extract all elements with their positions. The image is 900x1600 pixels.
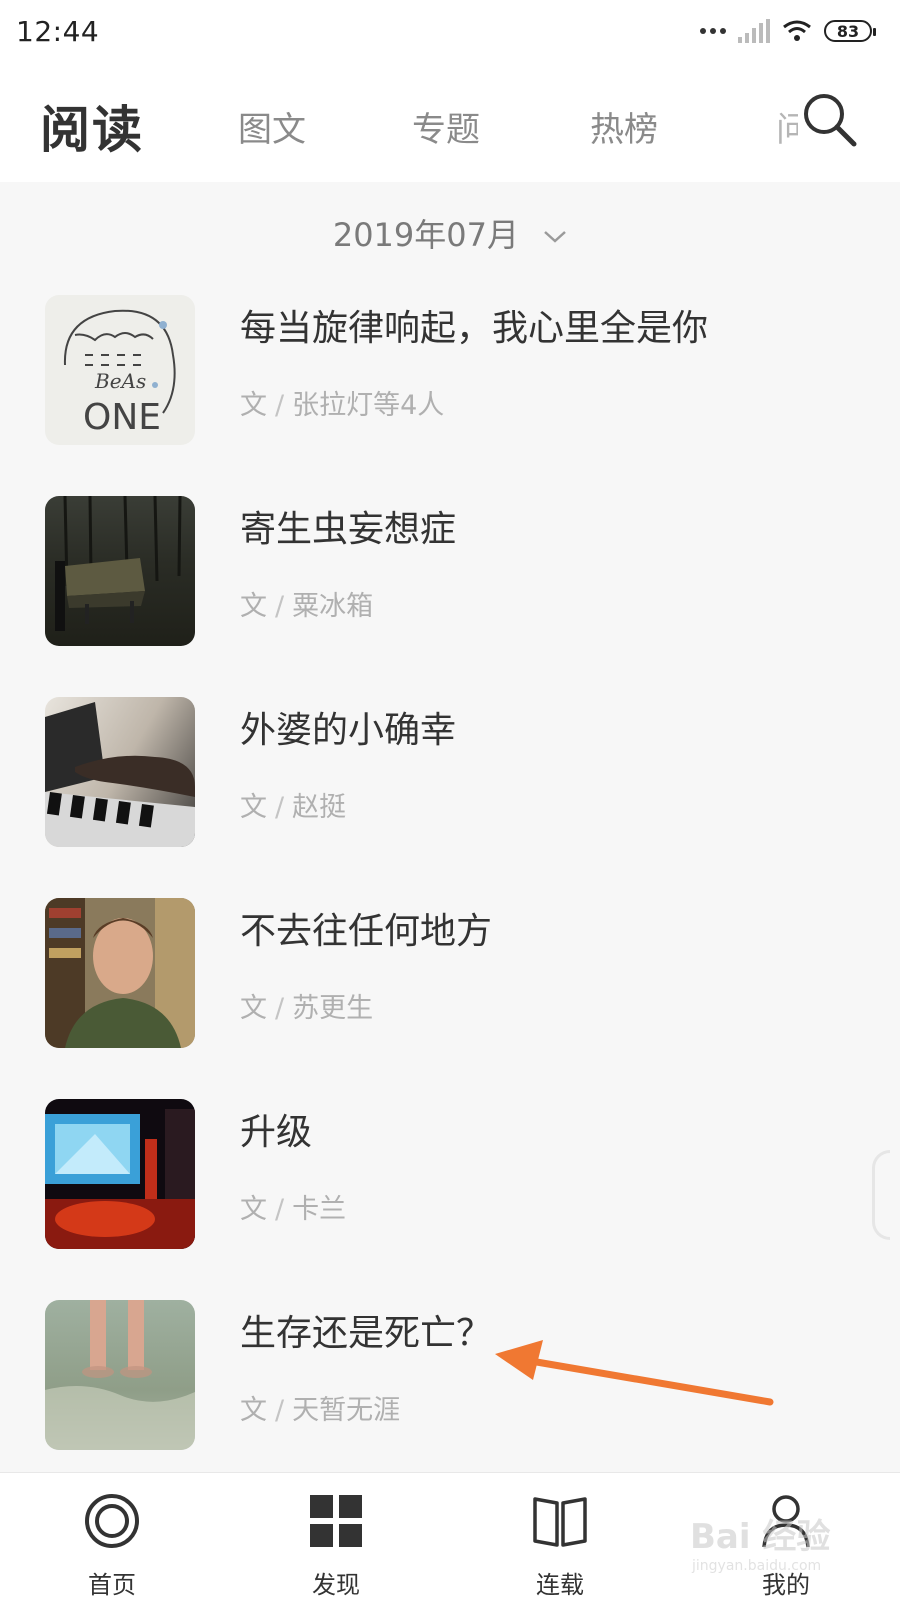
article-author: 文 / 粟冰箱 <box>240 591 374 622</box>
status-bar: 12:44 83 <box>0 0 900 62</box>
chevron-down-icon <box>544 231 567 243</box>
tab-topics[interactable]: 专题 <box>412 102 480 151</box>
wifi-icon <box>783 20 811 41</box>
article-item[interactable]: 不去往任何地方 文 / 苏更生 <box>0 898 900 1048</box>
article-item[interactable]: BeAs ONE 每当旋律响起，我心里全是你 文 / 张拉灯等4人 <box>0 295 900 445</box>
article-author: 文 / 赵挺 <box>240 792 347 823</box>
svg-text:jingyan.baidu.com: jingyan.baidu.com <box>691 1558 821 1574</box>
battery-icon: 83 <box>824 20 876 42</box>
nav-serial-label: 连载 <box>536 1571 584 1599</box>
article-author: 文 / 张拉灯等4人 <box>240 390 445 421</box>
edge-drawer-handle[interactable] <box>872 1150 890 1240</box>
status-time: 12:44 <box>16 14 100 48</box>
svg-text:ONE: ONE <box>83 397 161 438</box>
article-item[interactable]: 升级 文 / 卡兰 <box>0 1099 900 1249</box>
article-title: 寄生虫妄想症 <box>240 509 457 550</box>
tab-hot-list[interactable]: 热榜 <box>590 102 658 151</box>
article-title: 外婆的小确幸 <box>240 710 457 751</box>
article-thumbnail <box>45 697 195 847</box>
month-selector[interactable]: 2019年07月 <box>0 210 900 256</box>
signal-icon <box>738 19 770 43</box>
page-title: 阅读 <box>40 101 144 159</box>
nav-discover[interactable]: 发现 <box>276 1473 396 1600</box>
article-title: 升级 <box>240 1112 313 1153</box>
article-title: 每当旋律响起，我心里全是你 <box>240 308 709 349</box>
article-author: 文 / 天暂无涯 <box>240 1395 401 1426</box>
top-nav: 阅读 图文 专题 热榜 问 <box>0 62 900 182</box>
nav-serial[interactable]: 连载 <box>500 1473 620 1600</box>
nav-home-label: 首页 <box>88 1571 136 1599</box>
search-icon[interactable] <box>800 90 858 148</box>
article-author: 文 / 卡兰 <box>240 1194 347 1225</box>
svg-text:Bai 经验: Bai 经验 <box>690 1517 830 1557</box>
article-thumbnail: BeAs ONE <box>45 295 195 445</box>
annotation-arrow-icon <box>495 1340 774 1406</box>
nav-discover-label: 发现 <box>312 1571 360 1599</box>
article-item[interactable]: 寄生虫妄想症 文 / 粟冰箱 <box>0 496 900 646</box>
svg-text:BeAs: BeAs <box>94 369 146 393</box>
open-book-icon <box>533 1497 587 1547</box>
article-title: 生存还是死亡？ <box>240 1313 493 1354</box>
month-label: 2019年07月 <box>332 216 519 254</box>
tab-graphic[interactable]: 图文 <box>238 102 306 151</box>
home-ring-icon <box>85 1494 139 1548</box>
article-item[interactable]: 外婆的小确幸 文 / 赵挺 <box>0 697 900 847</box>
article-author: 文 / 苏更生 <box>240 993 374 1024</box>
watermark-logo: Bai 经验 jingyan.baidu.com <box>690 1517 830 1574</box>
nav-home[interactable]: 首页 <box>52 1473 172 1600</box>
article-thumbnail <box>45 1300 195 1450</box>
grid-icon <box>310 1495 362 1547</box>
more-dots-icon <box>700 28 726 34</box>
article-thumbnail <box>45 1099 195 1249</box>
article-thumbnail <box>45 898 195 1048</box>
article-title: 不去往任何地方 <box>240 911 493 952</box>
status-icons: 83 <box>700 19 876 43</box>
tab-qa[interactable]: 问 <box>776 102 798 151</box>
article-thumbnail <box>45 496 195 646</box>
